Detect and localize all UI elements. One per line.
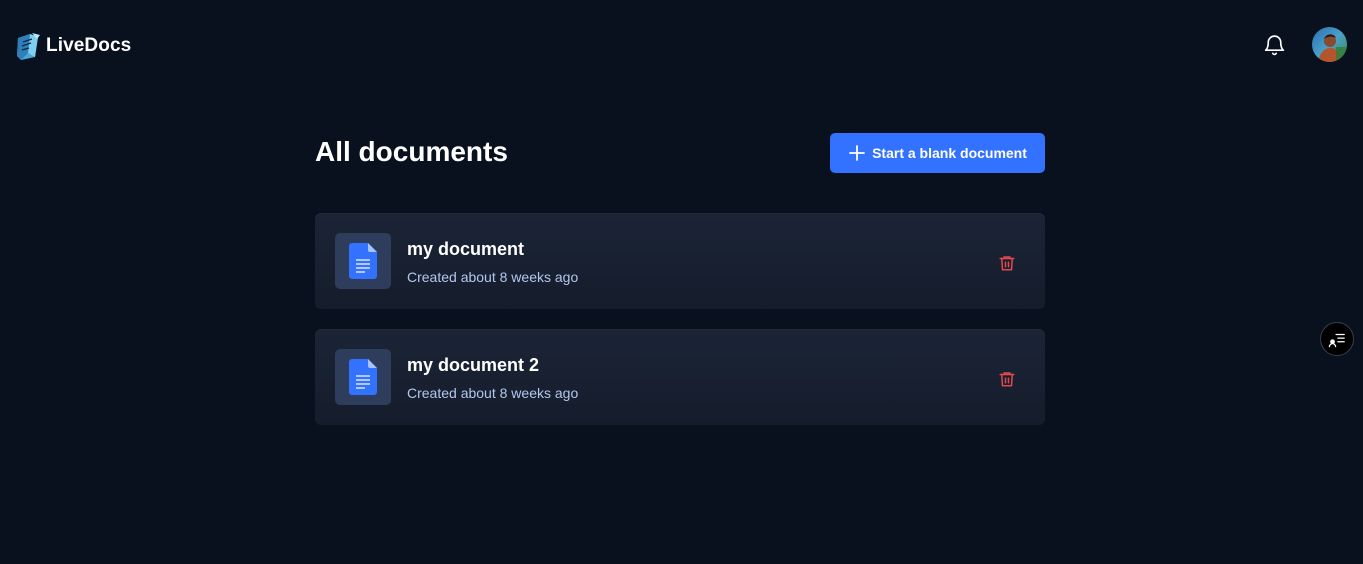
document-list: my document Created about 8 weeks ago my…: [315, 213, 1045, 445]
document-title[interactable]: my document: [407, 238, 524, 260]
user-avatar[interactable]: [1312, 27, 1347, 62]
document-card[interactable]: my document Created about 8 weeks ago: [315, 213, 1045, 309]
trash-icon[interactable]: [995, 367, 1019, 391]
app-header: LiveDocs: [0, 0, 1363, 90]
plus-icon: [849, 145, 865, 161]
document-title[interactable]: my document 2: [407, 354, 539, 376]
document-icon: [349, 359, 377, 395]
livedocs-logo-icon: [17, 33, 40, 60]
page-title: All documents: [315, 136, 508, 167]
trash-icon[interactable]: [995, 251, 1019, 275]
app-logo[interactable]: LiveDocs: [15, 31, 131, 61]
document-icon: [349, 243, 377, 279]
document-card[interactable]: my document 2 Created about 8 weeks ago: [315, 329, 1045, 425]
start-blank-document-button[interactable]: Start a blank document: [830, 133, 1045, 173]
document-created-time: Created about 8 weeks ago: [407, 269, 579, 285]
document-thumbnail: [335, 349, 391, 405]
document-created-time: Created about 8 weeks ago: [407, 385, 579, 401]
start-blank-document-label: Start a blank document: [872, 145, 1027, 161]
document-thumbnail: [335, 233, 391, 289]
user-list-icon[interactable]: [1320, 322, 1354, 356]
app-name: LiveDocs: [46, 35, 132, 56]
bell-icon[interactable]: [1262, 33, 1287, 58]
